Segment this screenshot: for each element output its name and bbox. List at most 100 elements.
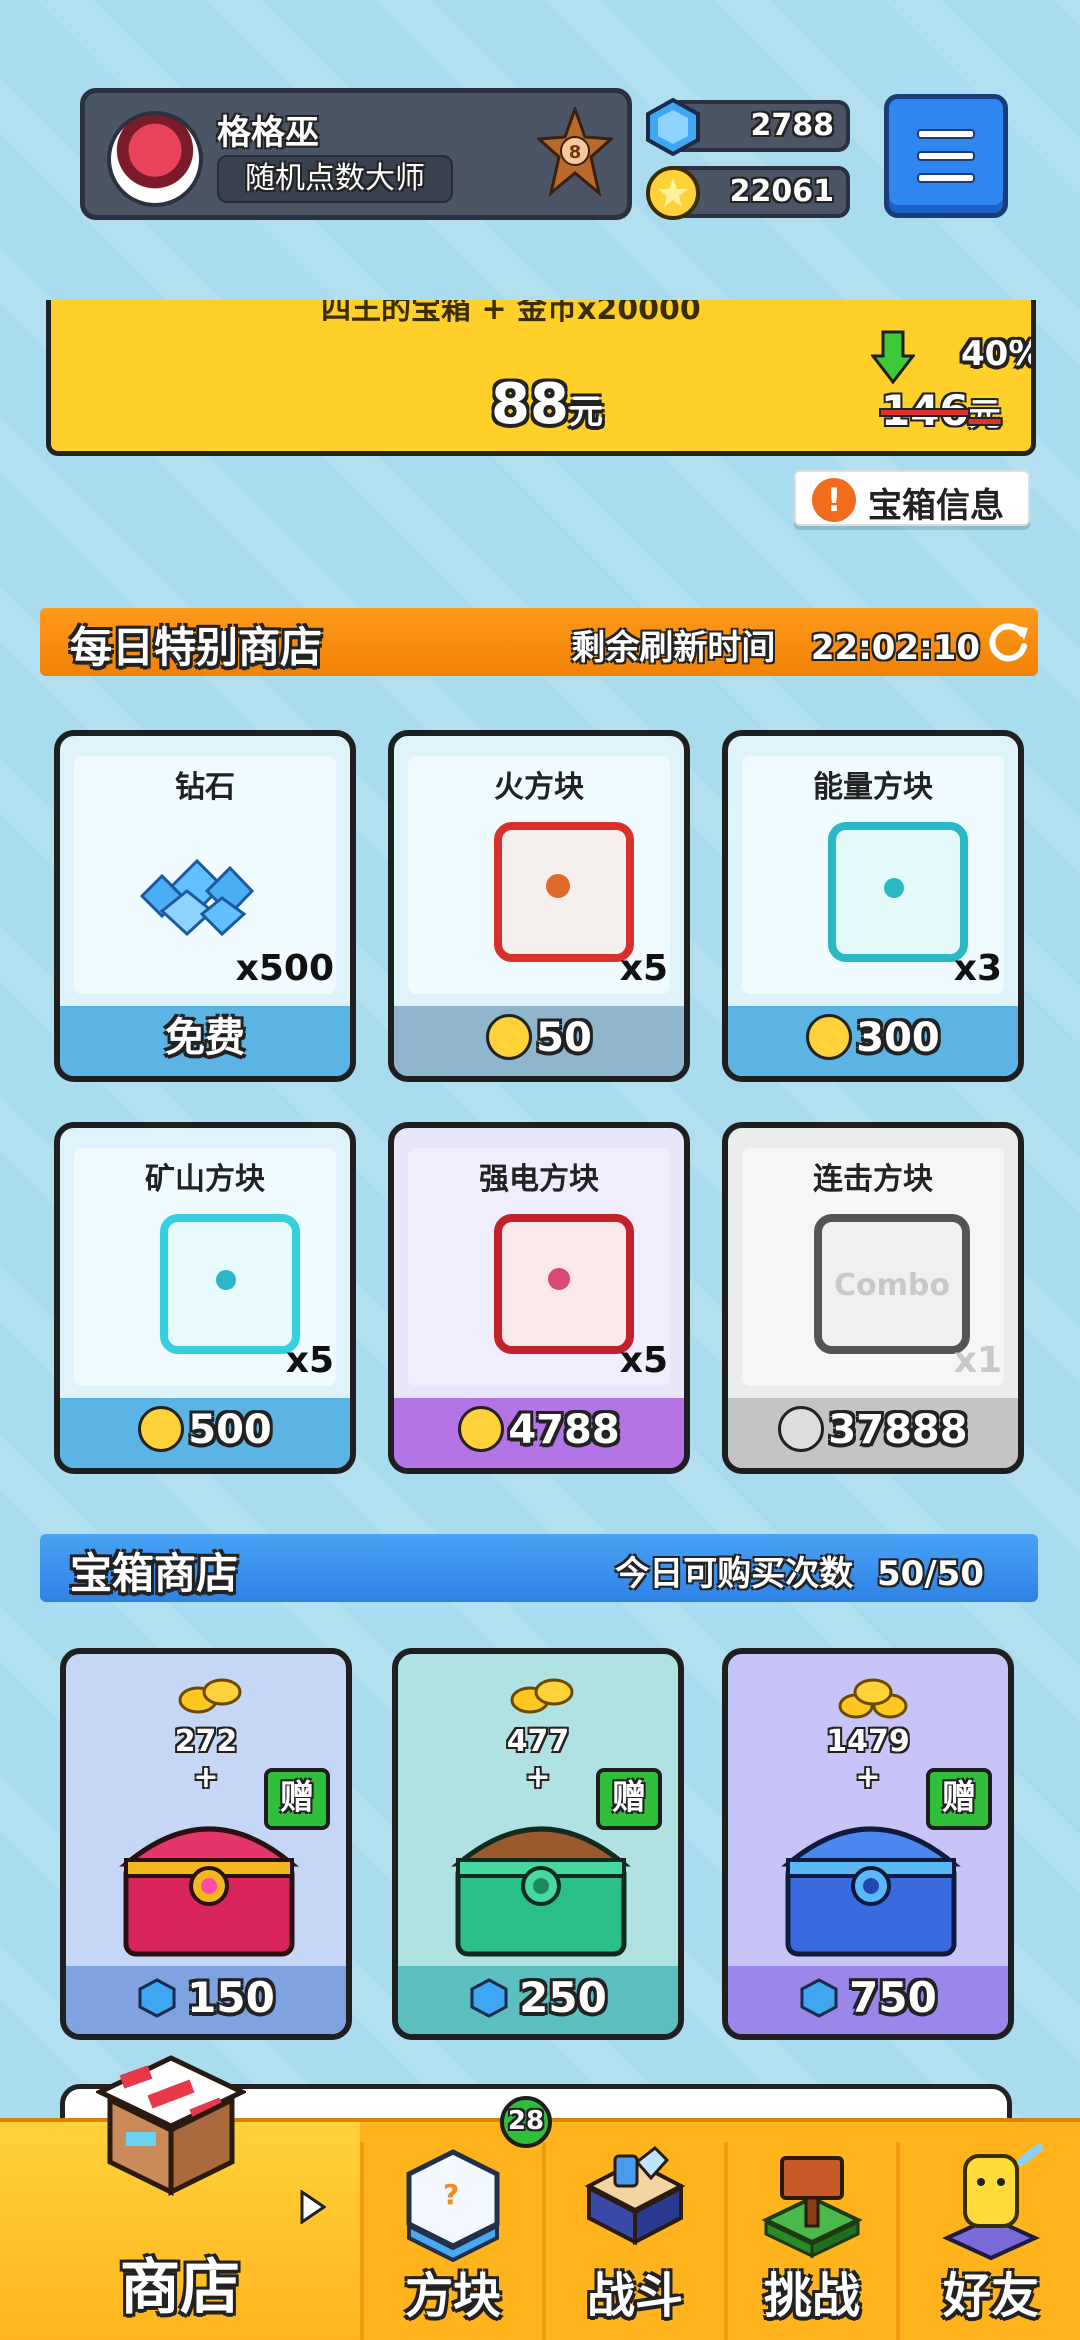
bottom-navigation: 商店 ? 方块 战斗 挑战 好友: [0, 2055, 1080, 2340]
chest-price[interactable]: 250: [398, 1966, 678, 2034]
chevron-right-icon: [300, 2190, 326, 2224]
daily-shop-title: 每日特别商店: [70, 623, 323, 672]
coin-icon: [138, 1406, 185, 1452]
item-price[interactable]: 300: [728, 1006, 1018, 1076]
gem-counter[interactable]: 2788: [646, 98, 850, 156]
nav-tab-blocks[interactable]: ? 方块: [366, 2122, 540, 2340]
red-chest-icon: [119, 1826, 299, 1957]
nav-label-blocks: 方块: [404, 2268, 501, 2324]
item-quantity: x3: [953, 948, 1002, 989]
daily-shop-header: 每日特别商店 剩余刷新时间 22:02:10: [40, 608, 1038, 676]
item-quantity: x500: [235, 948, 334, 989]
rank-badge-icon: 8: [537, 107, 613, 197]
refresh-timer: 剩余刷新时间 22:02:10: [571, 628, 980, 668]
promo-banner[interactable]: 四王的宝箱 + 金币x20000 88元 40% 146元: [46, 300, 1036, 456]
electric-block-icon: [494, 1214, 634, 1354]
svg-text:8: 8: [569, 142, 582, 163]
purchase-limit: 今日可购买次数 50/50: [615, 1554, 984, 1594]
shop-item-mine-block[interactable]: 矿山方块 x5 500: [54, 1122, 356, 1474]
refresh-icon[interactable]: [986, 620, 1030, 664]
shop-item-combo-block[interactable]: 连击方块 Combo x1 37888: [722, 1122, 1024, 1474]
menu-button[interactable]: [884, 94, 1008, 218]
item-quantity: x5: [285, 1340, 334, 1381]
gem-icon: [138, 1977, 176, 2018]
discount-arrow-icon: [871, 330, 915, 384]
promo-old-price: 146元: [881, 386, 1001, 435]
nav-label-friends: 好友: [942, 2268, 1039, 2324]
gold-counter[interactable]: 22061: [646, 166, 850, 220]
chest-shop-title: 宝箱商店: [70, 1549, 239, 1598]
item-name: 能量方块: [813, 770, 933, 805]
player-name: 格格巫: [217, 113, 319, 153]
mine-block-icon: [160, 1214, 300, 1354]
fire-block-icon: [494, 822, 634, 962]
info-alert-icon: !: [812, 478, 856, 522]
svg-text:?: ?: [443, 2178, 459, 2211]
nav-tab-battle[interactable]: 战斗: [548, 2122, 722, 2340]
nav-tab-shop[interactable]: 商店: [0, 2055, 360, 2340]
coin-icon: [458, 1406, 505, 1452]
sword-shield-icon: [584, 2146, 686, 2246]
nav-tab-friends[interactable]: 好友: [902, 2122, 1080, 2340]
gem-icon: [646, 98, 700, 156]
gold-count: 22061: [729, 174, 834, 209]
coin-icon: [486, 1014, 533, 1060]
item-price[interactable]: 500: [60, 1398, 350, 1468]
item-quantity: x1: [953, 1340, 1002, 1381]
chest-offer-3[interactable]: 1479 + 赠 750: [722, 1648, 1014, 2040]
shop-item-fire-block[interactable]: 火方块 x5 50: [388, 730, 690, 1082]
shop-stall-icon: [96, 2055, 246, 2197]
signpost-icon: [761, 2156, 863, 2259]
item-price[interactable]: 50: [394, 1006, 684, 1076]
bonus-gold: 272: [174, 1724, 238, 1759]
shop-item-diamond[interactable]: 钻石 x500 免费: [54, 730, 356, 1082]
item-quantity: x5: [619, 948, 668, 989]
coin-icon: [806, 1014, 853, 1060]
item-price[interactable]: 免费: [60, 1006, 350, 1076]
item-name: 钻石: [175, 770, 235, 805]
item-name: 强电方块: [479, 1162, 599, 1197]
player-title: 随机点数大师: [217, 155, 453, 203]
nav-label-battle: 战斗: [586, 2268, 683, 2324]
item-name: 矿山方块: [145, 1162, 265, 1197]
gem-icon: [470, 1977, 508, 2018]
gem-icon: [800, 1977, 838, 2018]
energy-block-icon: [828, 822, 968, 962]
nav-label-challenge: 挑战: [763, 2268, 860, 2324]
shop-item-electric-block[interactable]: 强电方块 x5 4788: [388, 1122, 690, 1474]
nav-label-shop: 商店: [120, 2253, 240, 2323]
blue-chest-icon: [781, 1826, 961, 1957]
chest-offer-1[interactable]: 272 + 赠 150: [60, 1648, 352, 2040]
green-chest-icon: [451, 1826, 631, 1957]
coin-icon: [646, 166, 700, 220]
item-price[interactable]: 4788: [394, 1398, 684, 1468]
chest-shop-header: 宝箱商店 今日可购买次数 50/50: [40, 1534, 1038, 1602]
gold-coins-icon: [178, 1678, 242, 1714]
shop-item-energy-block[interactable]: 能量方块 x3 300: [722, 730, 1024, 1082]
player-avatar: [107, 111, 203, 207]
chest-offer-2[interactable]: 477 + 赠 250: [392, 1648, 684, 2040]
diamond-pile-icon: [139, 858, 255, 937]
player-profile-card[interactable]: 格格巫 随机点数大师 8: [80, 88, 632, 220]
gold-coins-icon: [510, 1678, 574, 1714]
blocks-notification-badge: 28: [500, 2096, 552, 2148]
bonus-gold: 477: [506, 1724, 570, 1759]
combo-block-icon: Combo: [814, 1214, 970, 1354]
silver-coin-icon: [778, 1406, 825, 1452]
chest-info-button[interactable]: ! 宝箱信息: [794, 470, 1030, 526]
nav-tab-challenge[interactable]: 挑战: [730, 2122, 894, 2340]
item-quantity: x5: [619, 1340, 668, 1381]
chest-info-label: 宝箱信息: [868, 486, 1004, 526]
promo-description: 四王的宝箱 + 金币x20000: [321, 300, 701, 327]
friend-character-icon: [942, 2144, 1043, 2261]
bonus-gold: 1479: [826, 1724, 910, 1759]
chest-price[interactable]: 750: [728, 1966, 1008, 2034]
item-name: 火方块: [494, 770, 584, 805]
dice-block-icon: ?: [406, 2149, 500, 2262]
gold-coins-icon: [838, 1678, 908, 1719]
item-price[interactable]: 37888: [728, 1398, 1018, 1468]
gem-count: 2788: [750, 108, 835, 143]
menu-icon: [917, 129, 975, 139]
chest-price[interactable]: 150: [66, 1966, 346, 2034]
item-name: 连击方块: [813, 1162, 933, 1197]
